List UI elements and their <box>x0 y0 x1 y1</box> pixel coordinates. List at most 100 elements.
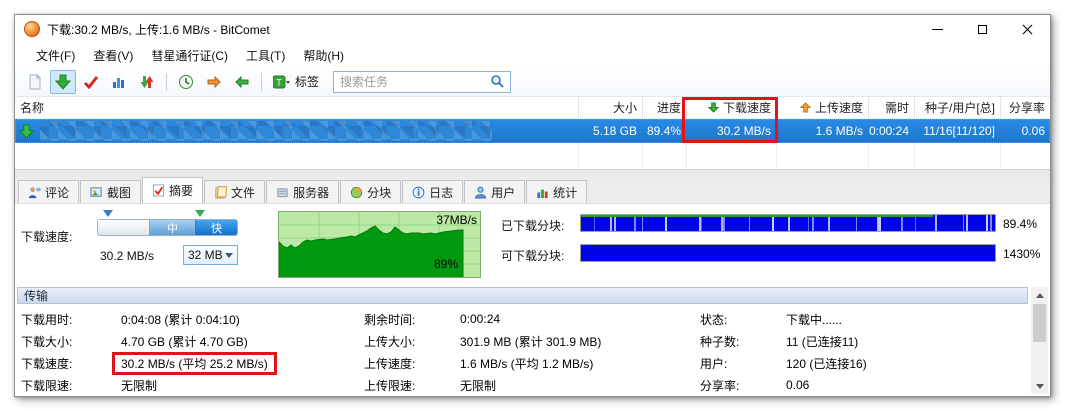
task-list: 名称 大小 进度 下载速度 上传速度 需时 种子/用户[总] 分享率 5.18 … <box>15 97 1050 169</box>
column-header-eta[interactable]: 需时 <box>868 97 914 118</box>
column-header-download-speed[interactable]: 下载速度 <box>686 97 776 118</box>
search-icon[interactable] <box>490 74 505 89</box>
tab-statistics[interactable]: 统计 <box>526 180 587 203</box>
info-icon <box>412 186 425 199</box>
start-download-button[interactable] <box>50 70 76 94</box>
maximize-icon <box>978 25 987 34</box>
move-up-queue-button[interactable] <box>201 70 227 94</box>
toolbar: T 标签 <box>15 67 1050 97</box>
task-progress: 89.4% <box>642 119 686 143</box>
clock-icon <box>178 74 194 90</box>
up-down-arrows-icon <box>139 74 155 90</box>
column-header-peers[interactable]: 种子/用户[总] <box>914 97 1000 118</box>
tag-button-label: 标签 <box>295 73 319 90</box>
scroll-up-icon <box>1036 293 1044 298</box>
scroll-down-button[interactable] <box>1031 378 1048 394</box>
horizontal-splitter[interactable] <box>15 169 1050 177</box>
pieces-stripes <box>581 215 995 231</box>
graph-percent-label: 89% <box>434 257 458 271</box>
slider-marker-green[interactable] <box>195 210 205 217</box>
detail-tab-bar: 评论 截图 摘要 文件 服务器 分块 日志 用户 <box>15 177 1050 204</box>
scroll-down-icon <box>1036 384 1044 389</box>
tag-button[interactable]: T 标签 <box>267 71 325 92</box>
minimize-button[interactable] <box>915 15 960 43</box>
tab-pieces[interactable]: 分块 <box>340 180 401 203</box>
downloading-task-icon <box>19 124 34 139</box>
transfer-label: 状态: <box>700 311 786 328</box>
search-box <box>333 71 511 93</box>
transfer-info-grid: 下载用时: 0:04:08 (累计 0:04:10) 剩余时间: 0:00:24… <box>21 308 1026 396</box>
pieces-available-value: 1430% <box>1003 247 1040 261</box>
transfer-value: 0.06 <box>786 378 1026 392</box>
transfer-value: 301.9 MB (累计 301.9 MB) <box>460 333 700 350</box>
menu-view[interactable]: 查看(V) <box>84 44 142 67</box>
scrollbar-thumb[interactable] <box>1033 304 1046 342</box>
bitcomet-app-icon <box>24 21 40 37</box>
bitcomet-window: 下载:30.2 MB/s, 上传:1.6 MB/s - BitComet 文件(… <box>14 14 1051 397</box>
summary-icon <box>152 184 165 197</box>
tab-files[interactable]: 文件 <box>204 180 265 203</box>
task-eta: 0:00:24 <box>868 119 914 143</box>
green-down-arrow-icon <box>55 74 71 90</box>
task-size: 5.18 GB <box>578 119 642 143</box>
transfer-scrollbar[interactable] <box>1031 287 1048 394</box>
scroll-up-button[interactable] <box>1031 287 1048 303</box>
snapshot-icon <box>90 186 103 199</box>
tab-log[interactable]: 日志 <box>402 180 463 203</box>
tab-trackers[interactable]: 服务器 <box>266 180 339 203</box>
tab-summary[interactable]: 摘要 <box>142 177 203 203</box>
menu-tools[interactable]: 工具(T) <box>237 44 294 67</box>
menu-comet-passport[interactable]: 彗星通行证(C) <box>142 44 237 67</box>
task-share-ratio: 0.06 <box>1000 119 1050 143</box>
svg-text:T: T <box>276 77 282 87</box>
graph-max-label: 37MB/s <box>436 213 477 227</box>
transfer-label: 分享率: <box>700 377 786 394</box>
maximize-button[interactable] <box>960 15 1005 43</box>
tab-comments[interactable]: 评论 <box>18 180 79 203</box>
speed-limit-dropdown[interactable]: 32 MB <box>183 245 238 265</box>
transfer-label: 上传大小: <box>364 333 460 350</box>
column-header-size[interactable]: 大小 <box>578 97 642 118</box>
speed-graph: 37MB/s 89% <box>278 211 481 278</box>
statistics-icon <box>536 186 549 199</box>
transfer-label: 下载限速: <box>21 377 121 394</box>
column-header-upload-speed[interactable]: 上传速度 <box>776 97 868 118</box>
column-header-progress[interactable]: 进度 <box>642 97 686 118</box>
transfer-label: 下载用时: <box>21 311 121 328</box>
menu-file[interactable]: 文件(F) <box>27 44 84 67</box>
blue-bars-icon <box>111 74 127 90</box>
transfer-value: 0:04:08 (累计 0:04:10) <box>121 311 364 328</box>
chevron-down-icon <box>225 253 233 258</box>
statistics-button[interactable] <box>106 70 132 94</box>
comment-icon <box>28 186 41 199</box>
move-down-queue-button[interactable] <box>229 70 255 94</box>
new-task-icon <box>27 74 43 90</box>
scheduler-button[interactable] <box>173 70 199 94</box>
speed-limit-slider[interactable]: 中 快 <box>97 219 238 236</box>
menu-bar: 文件(F) 查看(V) 彗星通行证(C) 工具(T) 帮助(H) <box>15 43 1050 67</box>
current-speed-value: 30.2 MB/s <box>100 249 154 263</box>
menu-help[interactable]: 帮助(H) <box>294 44 353 67</box>
column-header-share-ratio[interactable]: 分享率 <box>1000 97 1050 118</box>
close-button[interactable] <box>1005 15 1050 43</box>
toolbar-separator <box>261 73 262 91</box>
task-row-selected[interactable]: 5.18 GB 89.4% 30.2 MB/s 1.6 MB/s 0:00:24… <box>15 119 1050 143</box>
window-title: 下载:30.2 MB/s, 上传:1.6 MB/s - BitComet <box>47 21 915 38</box>
slider-marker-blue[interactable] <box>103 210 113 217</box>
pieces-green-line <box>581 215 933 217</box>
transfer-label: 上传限速: <box>364 377 460 394</box>
speed-limit-button[interactable] <box>134 70 160 94</box>
close-icon <box>1022 24 1033 35</box>
toolbar-separator <box>166 73 167 91</box>
tab-snapshot[interactable]: 截图 <box>80 180 141 203</box>
transfer-value: 无限制 <box>460 377 700 394</box>
search-input[interactable] <box>334 75 490 89</box>
new-task-button[interactable] <box>22 70 48 94</box>
tab-peers[interactable]: 用户 <box>464 180 525 203</box>
stop-task-button[interactable] <box>78 70 104 94</box>
column-header-name[interactable]: 名称 <box>15 97 578 118</box>
pieces-downloaded-value: 89.4% <box>1003 217 1037 231</box>
task-list-header: 名称 大小 进度 下载速度 上传速度 需时 种子/用户[总] 分享率 <box>15 97 1050 119</box>
pieces-solid-fill <box>581 245 995 261</box>
highlight-box-download-speed-detail: 30.2 MB/s (平均 25.2 MB/s) <box>112 352 277 375</box>
